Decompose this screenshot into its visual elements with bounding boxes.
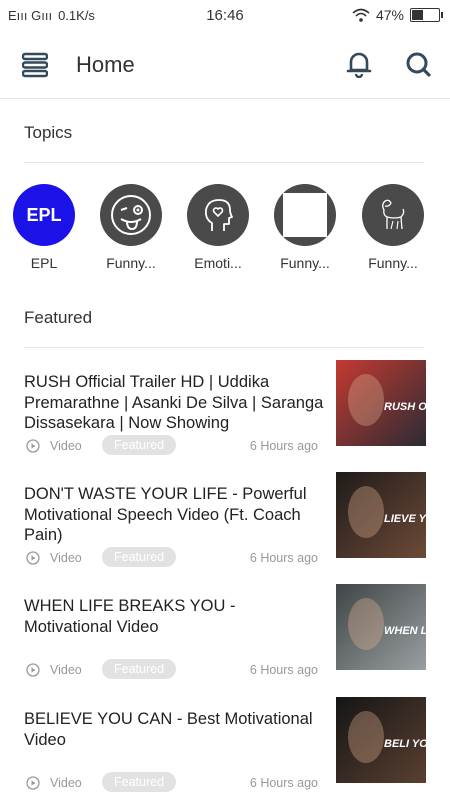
status-bar: Eııı Gııı 0.1K/s 16:46 47%: [0, 0, 450, 32]
bell-icon[interactable]: [345, 50, 373, 78]
battery-percent: 47%: [375, 7, 404, 23]
featured-badge: Featured: [102, 435, 176, 455]
video-type: Video: [50, 439, 82, 453]
dog-sketch-icon: [362, 184, 424, 246]
video-title[interactable]: RUSH Official Trailer HD | Uddika Premar…: [24, 372, 324, 434]
timestamp: 6 Hours ago: [249, 663, 318, 677]
topics-row: EPL EPL Funny... Emoti... Funny... Funny…: [0, 184, 450, 274]
video-thumbnail[interactable]: RUSH OFFICIAL TRAILER: [336, 360, 426, 446]
divider: [24, 347, 424, 348]
video-thumbnail[interactable]: LIEVE YOU: [336, 472, 426, 558]
feed-item[interactable]: RUSH Official Trailer HD | Uddika Premar…: [0, 360, 450, 472]
topic-label: EPL: [30, 255, 58, 271]
topic-label: Emoti...: [194, 255, 242, 271]
feed-item[interactable]: WHEN LIFE BREAKS YOU - Motivational Vide…: [0, 584, 450, 696]
timestamp: 6 Hours ago: [249, 776, 318, 790]
video-title[interactable]: WHEN LIFE BREAKS YOU - Motivational Vide…: [24, 596, 324, 637]
topic-item[interactable]: Funny...: [87, 184, 175, 271]
thumbnail-text: RUSH OFFICIAL TRAILER: [384, 401, 426, 413]
topic-item[interactable]: EPL EPL: [0, 184, 88, 271]
thumbnail-text: WHEN LIFE BREAKS: [384, 625, 426, 637]
feed-item[interactable]: BELIEVE YOU CAN - Best Motivational Vide…: [0, 697, 450, 809]
video-type: Video: [50, 663, 82, 677]
featured-badge: Featured: [102, 659, 176, 679]
video-thumbnail[interactable]: WHEN LIFE BREAKS: [336, 584, 426, 670]
video-type: Video: [50, 551, 82, 565]
thumbnail-text: BELI YOU C: [384, 738, 426, 750]
menu-icon[interactable]: [22, 52, 48, 78]
video-meta: Video Featured 6 Hours ago: [24, 547, 324, 571]
app-bar: Home: [0, 32, 450, 99]
video-meta: Video Featured 6 Hours ago: [24, 659, 324, 683]
feed-item[interactable]: DON'T WASTE YOUR LIFE - Powerful Motivat…: [0, 472, 450, 584]
page-title: Home: [76, 52, 135, 77]
topic-label: Funny...: [106, 255, 156, 271]
topic-item[interactable]: Emoti...: [174, 184, 262, 271]
video-meta: Video Featured 6 Hours ago: [24, 435, 324, 459]
play-circle-icon: [26, 439, 40, 453]
video-title[interactable]: DON'T WASTE YOUR LIFE - Powerful Motivat…: [24, 484, 324, 546]
video-meta: Video Featured 6 Hours ago: [24, 772, 324, 796]
battery-icon: [410, 8, 443, 22]
wifi-icon: [352, 8, 370, 22]
divider: [24, 162, 424, 163]
featured-badge: Featured: [102, 772, 176, 792]
video-thumbnail[interactable]: BELI YOU C: [336, 697, 426, 783]
square-icon: [274, 184, 336, 246]
timestamp: 6 Hours ago: [249, 439, 318, 453]
head-heart-icon: [187, 184, 249, 246]
timestamp: 6 Hours ago: [249, 551, 318, 565]
topic-label: Funny...: [368, 255, 418, 271]
play-circle-icon: [26, 776, 40, 790]
silly-face-icon: [100, 184, 162, 246]
search-icon[interactable]: [404, 50, 432, 78]
featured-heading: Featured: [24, 308, 93, 327]
topic-item[interactable]: Funny...: [349, 184, 437, 271]
video-type: Video: [50, 776, 82, 790]
topics-heading: Topics: [24, 123, 73, 142]
play-circle-icon: [26, 551, 40, 565]
epl-badge: EPL: [13, 184, 75, 246]
topic-label: Funny...: [280, 255, 330, 271]
thumbnail-text: LIEVE YOU: [384, 513, 426, 525]
video-title[interactable]: BELIEVE YOU CAN - Best Motivational Vide…: [24, 709, 324, 750]
topic-item[interactable]: Funny...: [261, 184, 349, 271]
featured-badge: Featured: [102, 547, 176, 567]
play-circle-icon: [26, 663, 40, 677]
